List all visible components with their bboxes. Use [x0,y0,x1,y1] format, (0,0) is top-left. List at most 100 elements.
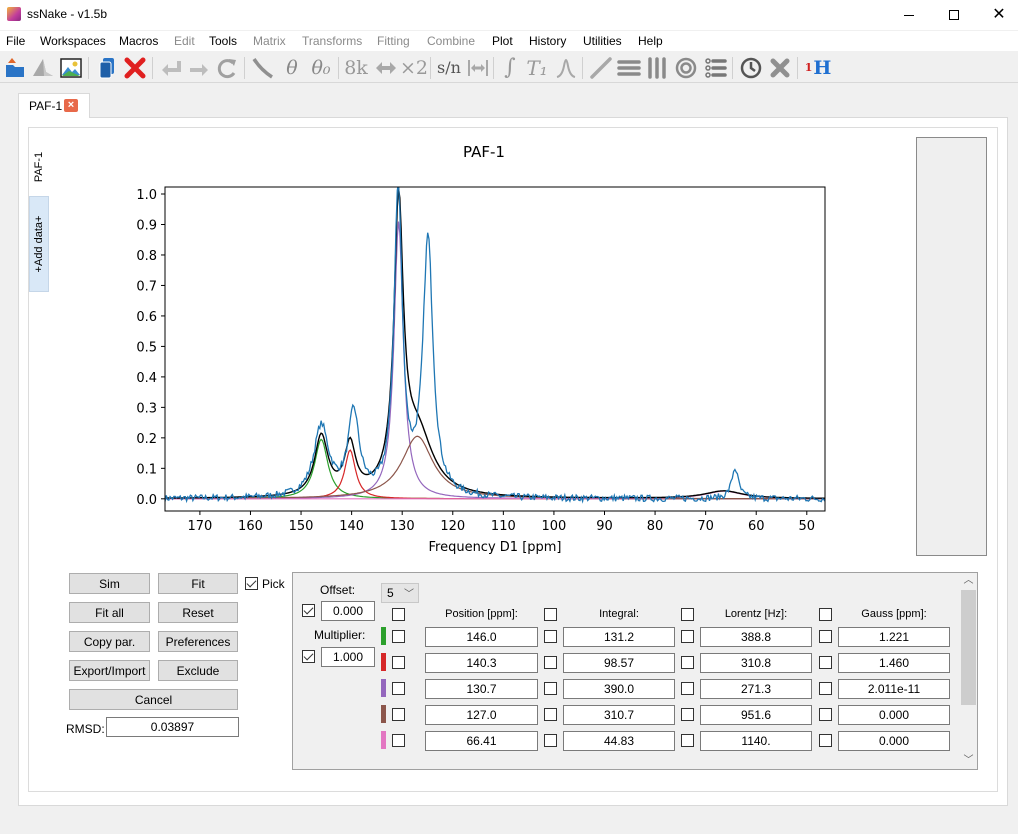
phase-icon[interactable]: θ [279,54,305,81]
fix-parameter-checkbox[interactable] [392,656,405,669]
image-icon[interactable] [58,54,84,81]
fix-parameter-checkbox[interactable] [819,656,832,669]
menu-help[interactable]: Help [638,31,663,48]
fix-parameter-checkbox[interactable] [544,682,557,695]
parameter-field[interactable]: 310.7 [563,705,675,725]
sim-button[interactable]: Sim [69,573,150,594]
fix-parameter-checkbox[interactable] [819,734,832,747]
fix-parameter-checkbox[interactable] [681,708,694,721]
scroll-down-icon[interactable]: ﹀ [960,753,977,769]
parameter-field[interactable]: 271.3 [700,679,812,699]
menu-tools[interactable]: Tools [209,31,237,48]
fix-parameter-checkbox[interactable] [681,630,694,643]
baseline-icon[interactable] [250,54,276,81]
multiplier-field[interactable]: 1.000 [321,647,375,667]
close-window-button[interactable]: ✕ [976,0,1018,30]
spectrum-icon[interactable] [30,54,56,81]
close-gray-icon[interactable] [767,54,793,81]
fix-parameter-checkbox[interactable] [392,630,405,643]
t1-icon[interactable]: T₁ [524,54,550,81]
parameter-field[interactable]: 146.0 [425,627,538,647]
swap-icon[interactable] [373,54,399,81]
fix-parameter-checkbox[interactable] [681,682,694,695]
workspace-tab-paf-1[interactable]: PAF-1 × [18,93,90,118]
exclude-button[interactable]: Exclude [158,660,238,681]
nucleus-icon[interactable]: 1H [803,54,833,81]
contour-icon[interactable] [673,54,699,81]
copy-par-button[interactable]: Copy par. [69,631,150,652]
sn-icon[interactable]: s/n [435,54,463,81]
parameter-field[interactable]: 98.57 [563,653,675,673]
parameter-field[interactable]: 1.221 [838,627,950,647]
parameter-scrollbar[interactable]: ︿ ﹀ [960,573,977,769]
fix-all-column-checkbox[interactable] [681,608,694,621]
undo-icon[interactable] [158,54,184,81]
clock-icon[interactable] [738,54,764,81]
delete-icon[interactable] [122,54,148,81]
parameter-field[interactable]: 127.0 [425,705,538,725]
parameter-field[interactable]: 1.460 [838,653,950,673]
parameter-field[interactable]: 44.83 [563,731,675,751]
menu-workspaces[interactable]: Workspaces [40,31,106,48]
double-icon[interactable]: ×2 [400,54,428,81]
fix-parameter-checkbox[interactable] [544,708,557,721]
rmsd-field[interactable]: 0.03897 [106,717,239,737]
8k-icon[interactable]: 8k [343,54,369,81]
multiplier-fixed-checkbox[interactable] [302,650,315,663]
parameter-field[interactable]: 951.6 [700,705,812,725]
minimize-button[interactable] [886,0,932,30]
cancel-button[interactable]: Cancel [69,689,238,710]
fit-button[interactable]: Fit [158,573,238,594]
parameter-field[interactable]: 66.41 [425,731,538,751]
fix-all-column-checkbox[interactable] [819,608,832,621]
fix-parameter-checkbox[interactable] [819,630,832,643]
maximize-button[interactable] [931,0,977,30]
menu-matrix[interactable]: Matrix [253,31,286,48]
preferences-button[interactable]: Preferences [158,631,238,652]
reset-button[interactable]: Reset [158,602,238,623]
parameter-field[interactable]: 2.011e-11 [838,679,950,699]
scroll-up-icon[interactable]: ︿ [960,573,977,589]
menu-plot[interactable]: Plot [492,31,513,48]
menu-history[interactable]: History [529,31,566,48]
offset-field[interactable]: 0.000 [321,601,375,621]
fit-all-button[interactable]: Fit all [69,602,150,623]
fix-all-column-checkbox[interactable] [544,608,557,621]
multiplot-icon[interactable] [702,54,728,81]
fix-parameter-checkbox[interactable] [819,682,832,695]
parameter-field[interactable]: 140.3 [425,653,538,673]
parameter-field[interactable]: 390.0 [563,679,675,699]
fix-all-column-checkbox[interactable] [392,608,405,621]
parameter-field[interactable]: 310.8 [700,653,812,673]
fix-parameter-checkbox[interactable] [544,734,557,747]
offset-fixed-checkbox[interactable] [302,604,315,617]
side-tab-add-data[interactable]: +Add data+ [29,196,49,292]
array-icon[interactable] [644,54,670,81]
redo-icon[interactable] [186,54,212,81]
fix-parameter-checkbox[interactable] [544,630,557,643]
fix-parameter-checkbox[interactable] [681,656,694,669]
parameter-field[interactable]: 1140. [700,731,812,751]
parameter-field[interactable]: 0.000 [838,731,950,751]
parameter-field[interactable]: 0.000 [838,705,950,725]
scrollbar-thumb[interactable] [961,590,976,705]
copy-icon[interactable] [94,54,120,81]
parameter-field[interactable]: 388.8 [700,627,812,647]
menu-edit[interactable]: Edit [174,31,195,48]
open-folder-icon[interactable] [2,54,28,81]
line-icon[interactable] [588,54,614,81]
reload-icon[interactable] [214,54,240,81]
parameter-field[interactable]: 131.2 [563,627,675,647]
fix-parameter-checkbox[interactable] [544,656,557,669]
menu-fitting[interactable]: Fitting [377,31,410,48]
width-icon[interactable] [465,54,491,81]
side-tab-paf-1[interactable]: PAF-1 [29,138,49,196]
menu-file[interactable]: File [6,31,25,48]
integral-icon[interactable]: ∫ [497,54,523,81]
menu-macros[interactable]: Macros [119,31,158,48]
phase0-icon[interactable]: θ₀ [308,54,334,81]
stack-icon[interactable] [616,54,642,81]
menu-transforms[interactable]: Transforms [302,31,362,48]
fix-parameter-checkbox[interactable] [681,734,694,747]
site-count-select[interactable]: 5 ﹀ [381,583,419,603]
